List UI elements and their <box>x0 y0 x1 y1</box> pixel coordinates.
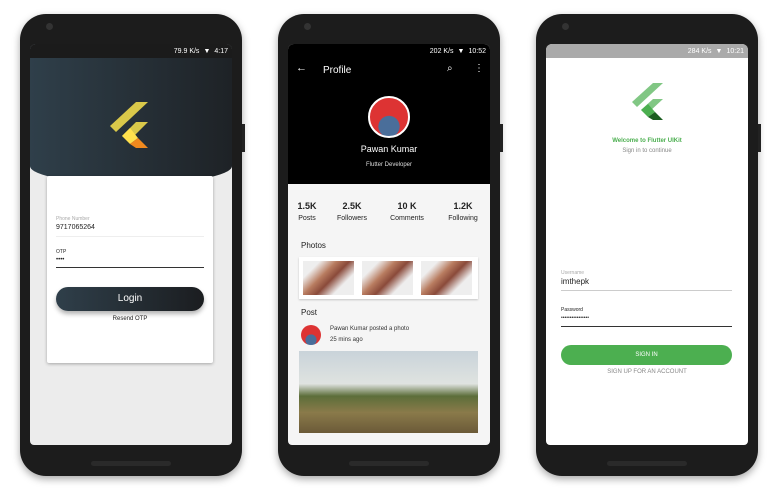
stat-label: Following <box>448 215 478 222</box>
clock: 10:21 <box>726 47 744 55</box>
speaker <box>349 461 429 466</box>
phone-profile: 202 K/s ▼ 10:52 ← Profile ⌕ ⋮ Pawan Kuma… <box>278 14 503 476</box>
network-speed: 79.9 K/s <box>173 47 200 55</box>
side-button <box>758 124 761 152</box>
post-avatar <box>301 325 321 345</box>
resend-otp-link[interactable]: Resend OTP <box>47 316 213 322</box>
photo-thumbnail[interactable] <box>362 261 413 295</box>
stat-posts[interactable]: 1.5K Posts <box>292 201 322 222</box>
password-field[interactable]: Password •••••••••••••••• <box>561 307 732 327</box>
stat-following[interactable]: 1.2K Following <box>442 201 484 222</box>
stat-value: 1.2K <box>453 201 473 211</box>
login-card: Phone Number 9717065264 OTP •••• Login R… <box>47 176 213 363</box>
sign-up-link[interactable]: SIGN UP FOR AN ACCOUNT <box>546 369 748 375</box>
profile-name: Pawan Kumar <box>360 144 418 154</box>
phone-signin: 284 K/s ▼ 10:21 Welcome to Flutter UIKit… <box>536 14 761 476</box>
post-time: 25 mins ago <box>330 337 363 343</box>
more-vert-icon[interactable]: ⋮ <box>474 63 484 74</box>
wifi-icon: ▼ <box>203 47 211 55</box>
back-arrow-icon[interactable]: ← <box>296 62 307 74</box>
subtitle: Sign in to continue <box>622 148 672 154</box>
status-bar: 79.9 K/s ▼ 4:17 <box>30 44 232 58</box>
stat-label: Comments <box>390 215 424 222</box>
otp-label: OTP <box>56 249 67 255</box>
post-heading: Post <box>301 308 318 317</box>
sign-in-button[interactable]: SIGN IN <box>561 345 732 365</box>
photo-thumbnail[interactable] <box>421 261 472 295</box>
phone-input[interactable]: 9717065264 <box>56 224 204 237</box>
status-bar: 284 K/s ▼ 10:21 <box>546 44 748 58</box>
side-button <box>242 124 245 152</box>
speaker <box>607 461 687 466</box>
profile-header: 202 K/s ▼ 10:52 ← Profile ⌕ ⋮ Pawan Kuma… <box>288 44 490 184</box>
flutter-logo-icon <box>110 102 148 148</box>
flutter-logo-icon <box>632 83 663 120</box>
camera <box>304 23 311 30</box>
phone-label: Phone Number <box>56 216 90 222</box>
stat-label: Followers <box>337 215 367 222</box>
avatar <box>368 96 410 138</box>
page-title: Profile <box>323 65 352 76</box>
profile-role: Flutter Developer <box>365 162 413 168</box>
photos-heading: Photos <box>301 241 326 250</box>
stat-value: 10 K <box>397 201 417 211</box>
post-image[interactable] <box>299 351 478 433</box>
speaker <box>91 461 171 466</box>
network-speed: 284 K/s <box>687 47 712 55</box>
otp-input[interactable]: •••• <box>56 257 204 268</box>
welcome-title: Welcome to Flutter UIKit <box>612 138 682 144</box>
phone-login-otp: 79.9 K/s ▼ 4:17 Phone Number 9717065264 … <box>20 14 245 476</box>
camera <box>46 23 53 30</box>
stat-label: Posts <box>298 215 316 222</box>
stat-value: 1.5K <box>297 201 317 211</box>
network-speed: 202 K/s <box>429 47 454 55</box>
login-button[interactable]: Login <box>56 287 204 311</box>
username-input[interactable]: imthepk <box>561 276 732 291</box>
clock: 10:52 <box>468 47 486 55</box>
screen: 79.9 K/s ▼ 4:17 Phone Number 9717065264 … <box>30 44 232 445</box>
stat-comments[interactable]: 10 K Comments <box>385 201 429 222</box>
screen: 284 K/s ▼ 10:21 Welcome to Flutter UIKit… <box>546 44 748 445</box>
photo-thumbnail[interactable] <box>303 261 354 295</box>
camera <box>562 23 569 30</box>
username-field[interactable]: Username imthepk <box>561 270 732 291</box>
clock: 4:17 <box>214 47 228 55</box>
search-icon[interactable]: ⌕ <box>447 63 453 74</box>
side-button <box>500 124 503 152</box>
stat-value: 2.5K <box>342 201 362 211</box>
status-bar: 202 K/s ▼ 10:52 <box>288 44 490 58</box>
stat-followers[interactable]: 2.5K Followers <box>332 201 372 222</box>
screen: 202 K/s ▼ 10:52 ← Profile ⌕ ⋮ Pawan Kuma… <box>288 44 490 445</box>
wifi-icon: ▼ <box>715 47 723 55</box>
password-input[interactable]: •••••••••••••••• <box>561 313 732 327</box>
post-text: Pawan Kumar posted a photo <box>330 326 410 332</box>
wifi-icon: ▼ <box>457 47 465 55</box>
